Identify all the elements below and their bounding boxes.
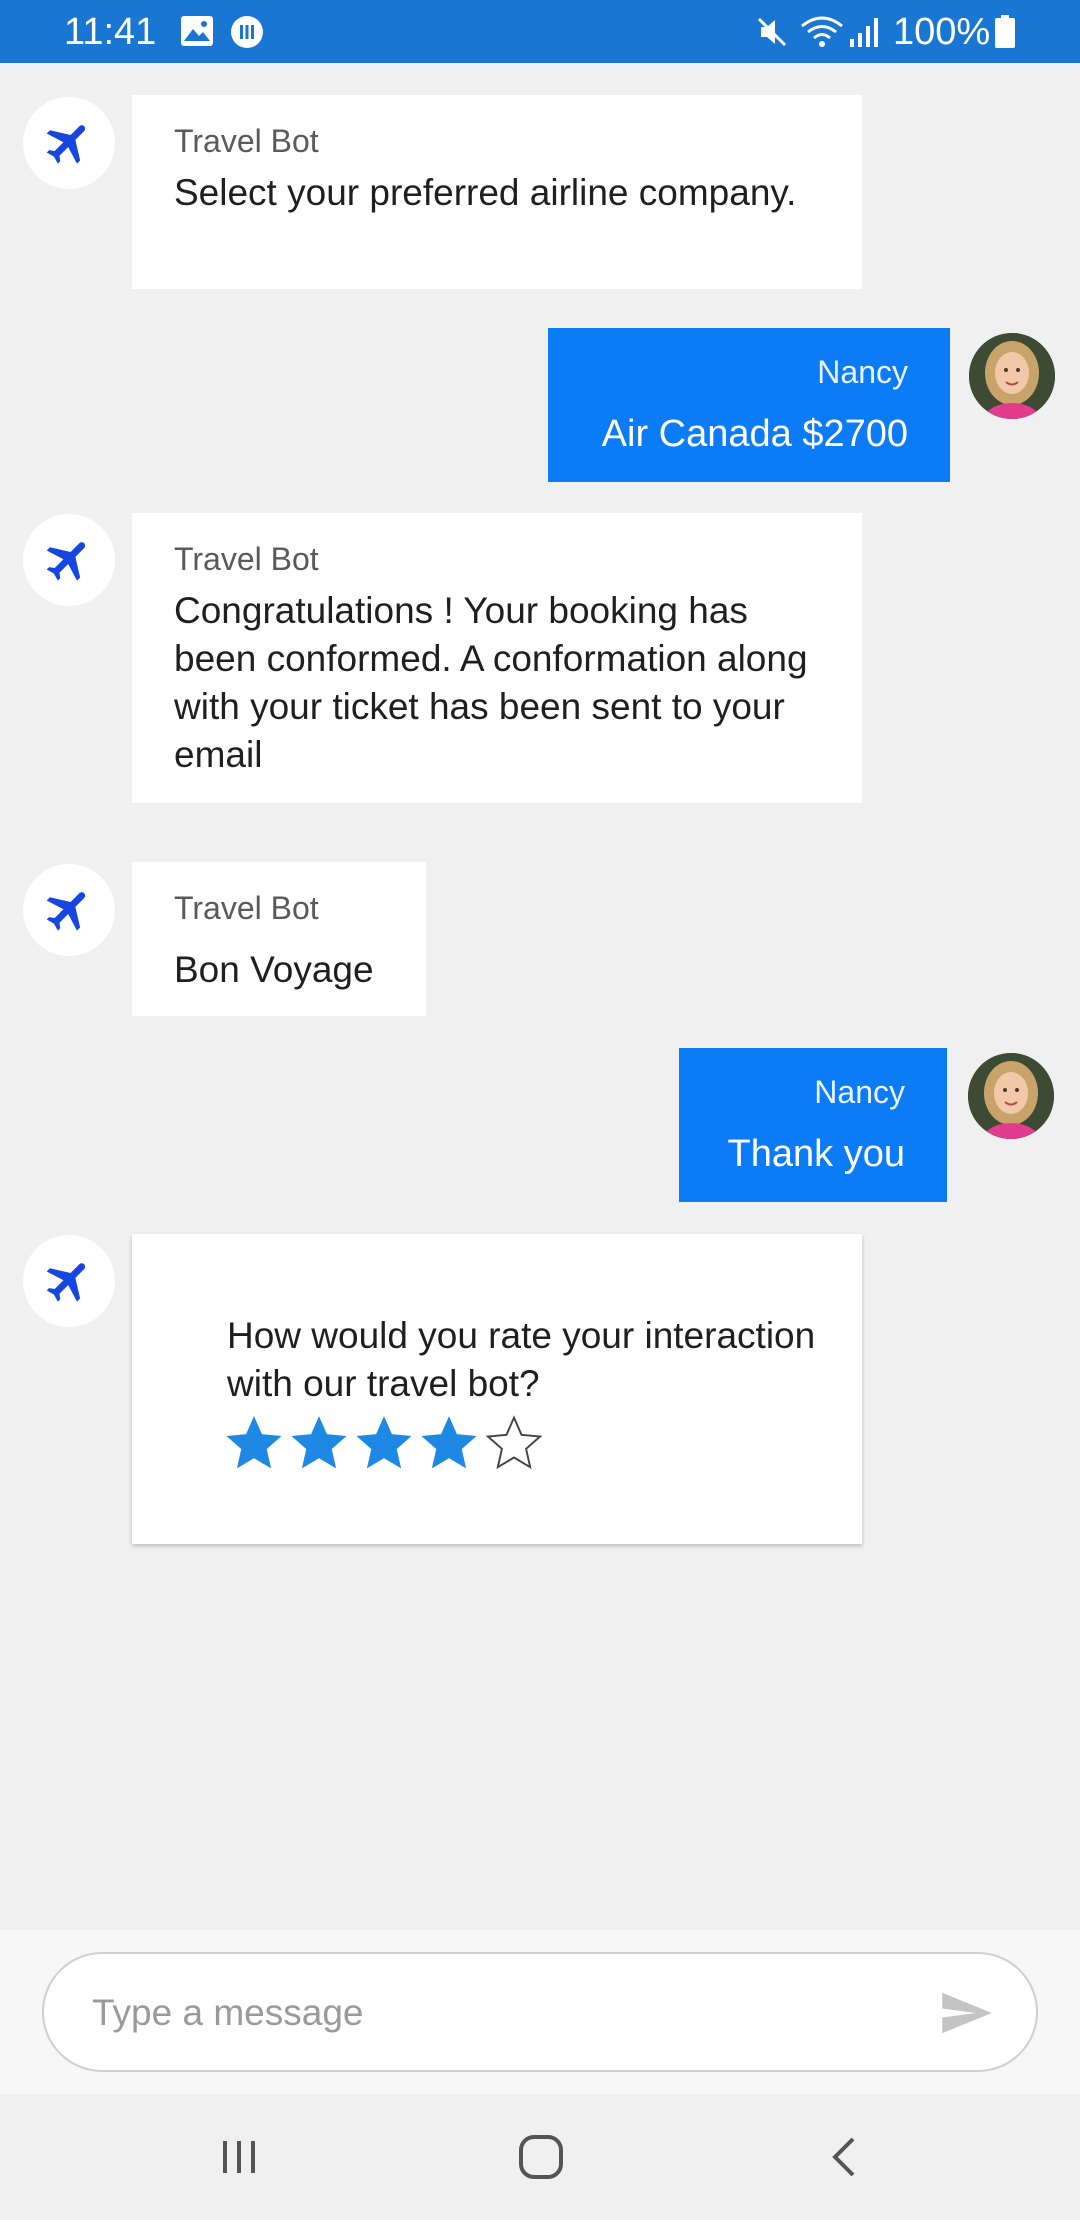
rating-card: How would you rate your interaction with…	[132, 1234, 862, 1544]
message-sender: Travel Bot	[174, 541, 319, 577]
airplane-icon	[46, 1263, 86, 1302]
star-1-icon[interactable]	[225, 1414, 283, 1472]
star-rating[interactable]	[225, 1414, 543, 1472]
bot-message: Travel Bot Congratulations ! Your bookin…	[132, 513, 862, 803]
bot-avatar	[23, 864, 115, 956]
rating-question: How would you rate your interaction with…	[227, 1315, 816, 1404]
wifi-icon	[800, 15, 844, 54]
home-icon	[519, 2135, 563, 2179]
star-5-icon[interactable]	[485, 1414, 543, 1472]
star-2-icon[interactable]	[290, 1414, 348, 1472]
signal-icon	[848, 15, 882, 54]
battery-percent: 100%	[893, 11, 991, 53]
message-text: Select your preferred airline company.	[174, 172, 797, 213]
message-text: Bon Voyage	[174, 949, 374, 990]
gallery-icon	[180, 15, 214, 52]
nav-bar	[0, 2094, 1080, 2220]
bot-avatar	[23, 1235, 115, 1327]
message-text: Congratulations ! Your booking has been …	[174, 590, 808, 775]
media-icon	[230, 15, 264, 54]
bot-avatar	[23, 514, 115, 606]
message-text: Thank you	[727, 1133, 905, 1175]
send-icon[interactable]	[940, 1990, 994, 2036]
user-message: Nancy Thank you	[679, 1048, 947, 1202]
home-button[interactable]	[511, 2127, 571, 2187]
star-4-icon[interactable]	[420, 1414, 478, 1472]
bot-avatar	[23, 97, 115, 189]
user-avatar	[968, 1053, 1054, 1139]
message-composer	[42, 1952, 1038, 2072]
back-button[interactable]	[815, 2127, 875, 2187]
battery-icon	[994, 15, 1016, 54]
message-sender: Nancy	[814, 1074, 905, 1110]
user-avatar	[969, 333, 1055, 419]
bot-message: Travel Bot Select your preferred airline…	[132, 95, 862, 289]
message-text: Air Canada $2700	[601, 413, 908, 455]
bot-message: Travel Bot Bon Voyage	[132, 862, 426, 1016]
airplane-icon	[46, 125, 86, 164]
back-icon	[832, 2137, 855, 2177]
message-sender: Nancy	[817, 354, 908, 390]
message-sender: Travel Bot	[174, 123, 319, 159]
user-message: Nancy Air Canada $2700	[548, 328, 950, 482]
mute-icon	[755, 15, 789, 54]
composer-area	[0, 1930, 1080, 2094]
message-sender: Travel Bot	[174, 890, 319, 926]
recent-apps-button[interactable]	[209, 2127, 269, 2187]
status-time: 11:41	[64, 11, 157, 53]
airplane-icon	[46, 892, 86, 931]
message-input[interactable]	[92, 1979, 912, 2047]
recent-apps-icon	[223, 2141, 255, 2173]
star-3-icon[interactable]	[355, 1414, 413, 1472]
status-bar: 11:41 100%	[0, 0, 1080, 63]
airplane-icon	[46, 542, 86, 581]
